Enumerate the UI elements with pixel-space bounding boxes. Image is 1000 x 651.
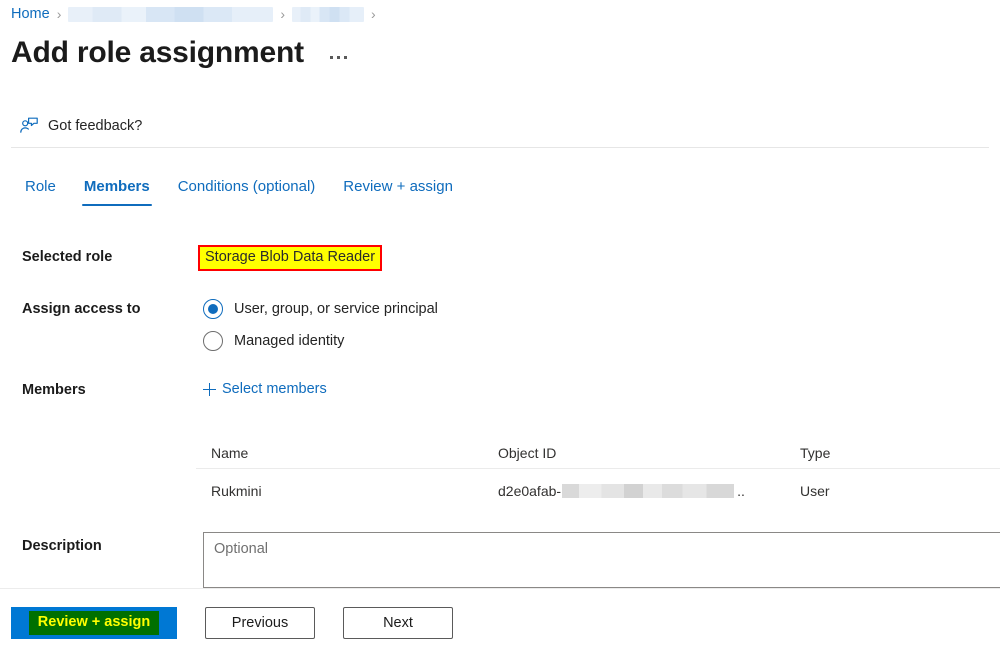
radio-indicator-unselected: [203, 331, 223, 351]
select-members-button[interactable]: Select members: [203, 381, 327, 397]
members-table: Name Object ID Type Rukmini d2e0afab- ..…: [196, 437, 1000, 513]
add-role-assignment-page: Home › › › Add role assignment Got feedb…: [0, 0, 1000, 651]
column-header-object-id: Object ID: [498, 444, 557, 461]
tab-members[interactable]: Members: [70, 178, 164, 206]
review-assign-label: Review + assign: [28, 611, 160, 635]
description-label: Description: [22, 538, 102, 554]
column-header-type: Type: [800, 444, 831, 461]
tab-role[interactable]: Role: [11, 178, 70, 206]
column-header-name: Name: [211, 444, 249, 461]
footer-actions: Review + assign Previous Next: [11, 607, 453, 639]
page-title: Add role assignment: [11, 36, 304, 69]
review-assign-button[interactable]: Review + assign: [11, 607, 177, 639]
breadcrumb-separator: ›: [56, 6, 62, 22]
radio-label-managed-identity: Managed identity: [234, 333, 345, 349]
radio-label-user-group-service-principal: User, group, or service principal: [234, 301, 438, 317]
cell-type: User: [800, 483, 830, 499]
tab-review-assign[interactable]: Review + assign: [329, 178, 467, 206]
breadcrumb-item-redacted-2[interactable]: [292, 6, 365, 22]
table-header-row: Name Object ID Type: [196, 437, 1000, 469]
plus-icon: [203, 382, 216, 396]
tab-conditions[interactable]: Conditions (optional): [164, 178, 330, 206]
radio-user-group-service-principal[interactable]: User, group, or service principal: [203, 299, 438, 319]
object-id-redacted: [562, 484, 735, 498]
next-button[interactable]: Next: [343, 607, 453, 639]
breadcrumb: Home › › ›: [11, 3, 383, 25]
table-row[interactable]: Rukmini d2e0afab- .. User: [196, 469, 1000, 513]
description-input[interactable]: [203, 532, 1000, 588]
assign-access-to-label: Assign access to: [22, 301, 141, 317]
object-id-truncation: ..: [737, 483, 745, 499]
wizard-tabs: Role Members Conditions (optional) Revie…: [11, 178, 467, 206]
cell-object-id: d2e0afab- ..: [498, 483, 800, 499]
page-title-row: Add role assignment: [11, 33, 351, 73]
selected-role-label: Selected role: [22, 249, 113, 265]
object-id-prefix: d2e0afab-: [498, 483, 562, 499]
select-members-label: Select members: [222, 381, 327, 397]
footer-divider: [0, 588, 1000, 589]
feedback-bar: Got feedback?: [0, 106, 1000, 146]
previous-button[interactable]: Previous: [205, 607, 315, 639]
feedback-person-icon: [19, 116, 39, 136]
got-feedback-button[interactable]: Got feedback?: [17, 112, 144, 140]
more-actions-ellipsis-icon[interactable]: [326, 52, 351, 63]
breadcrumb-separator: ›: [371, 6, 376, 22]
radio-managed-identity[interactable]: Managed identity: [203, 331, 344, 351]
radio-indicator-selected: [203, 299, 223, 319]
members-label: Members: [22, 382, 86, 398]
header-divider: [11, 147, 989, 148]
breadcrumb-item-redacted-1[interactable]: [68, 6, 274, 22]
selected-role-value: Storage Blob Data Reader: [198, 245, 383, 271]
got-feedback-label: Got feedback?: [48, 118, 143, 134]
breadcrumb-home-link[interactable]: Home: [11, 6, 50, 22]
breadcrumb-separator: ›: [280, 6, 286, 22]
cell-name: Rukmini: [211, 483, 262, 499]
